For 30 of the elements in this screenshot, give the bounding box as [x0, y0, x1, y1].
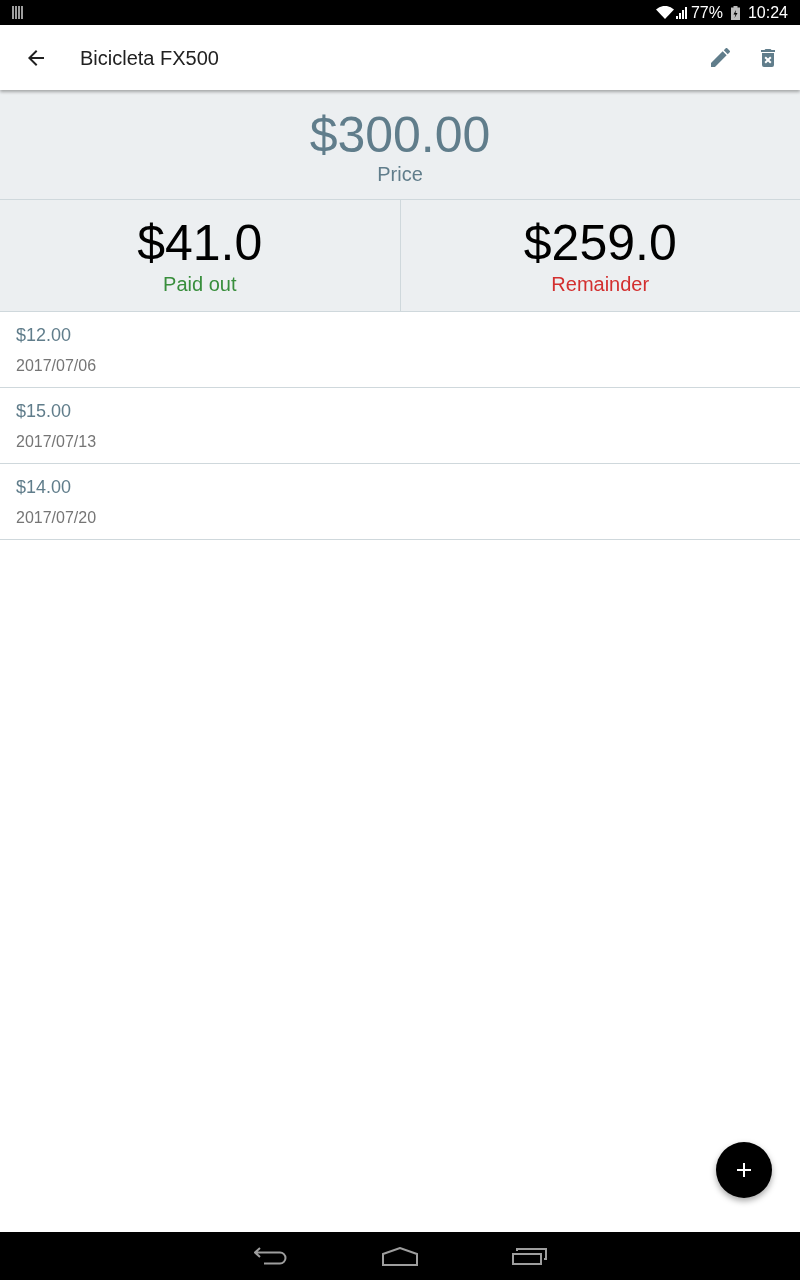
add-button[interactable]	[716, 1142, 772, 1198]
payment-list-item[interactable]: $12.00 2017/07/06	[0, 312, 800, 388]
app-bar-title: Bicicleta FX500	[80, 45, 219, 71]
payment-date: 2017/07/20	[16, 507, 97, 528]
signal-icon	[675, 6, 689, 19]
payment-list-item[interactable]: $15.00 2017/07/13	[0, 388, 800, 464]
payment-date: 2017/07/13	[16, 431, 97, 452]
battery-icon	[730, 5, 740, 20]
battery-percent: 77%	[690, 4, 723, 21]
vertical-bars-icon	[12, 6, 23, 19]
nav-back-icon[interactable]	[253, 1247, 288, 1265]
pencil-icon	[710, 48, 730, 67]
nav-recents-icon[interactable]	[511, 1247, 547, 1265]
payment-list-item[interactable]: $14.00 2017/07/20	[0, 464, 800, 540]
summary-label: Paid out	[163, 272, 237, 296]
plus-icon	[737, 1163, 751, 1177]
price-amount: $300.00	[309, 108, 491, 162]
back-arrow-icon	[28, 49, 44, 66]
payment-date: 2017/07/06	[16, 355, 97, 376]
clock-time: 10:24	[747, 4, 788, 21]
summary-label: Remainder	[551, 272, 650, 296]
price-label: Price	[377, 162, 423, 186]
summary-amount: $41.0	[137, 214, 263, 272]
nav-home-icon[interactable]	[381, 1246, 418, 1266]
summary-amount: $259.0	[523, 214, 677, 272]
payment-amount: $12.00	[16, 323, 72, 346]
payment-amount: $15.00	[16, 399, 72, 422]
wifi-icon	[655, 6, 674, 19]
delete-icon	[761, 48, 775, 67]
payment-amount: $14.00	[16, 475, 72, 498]
